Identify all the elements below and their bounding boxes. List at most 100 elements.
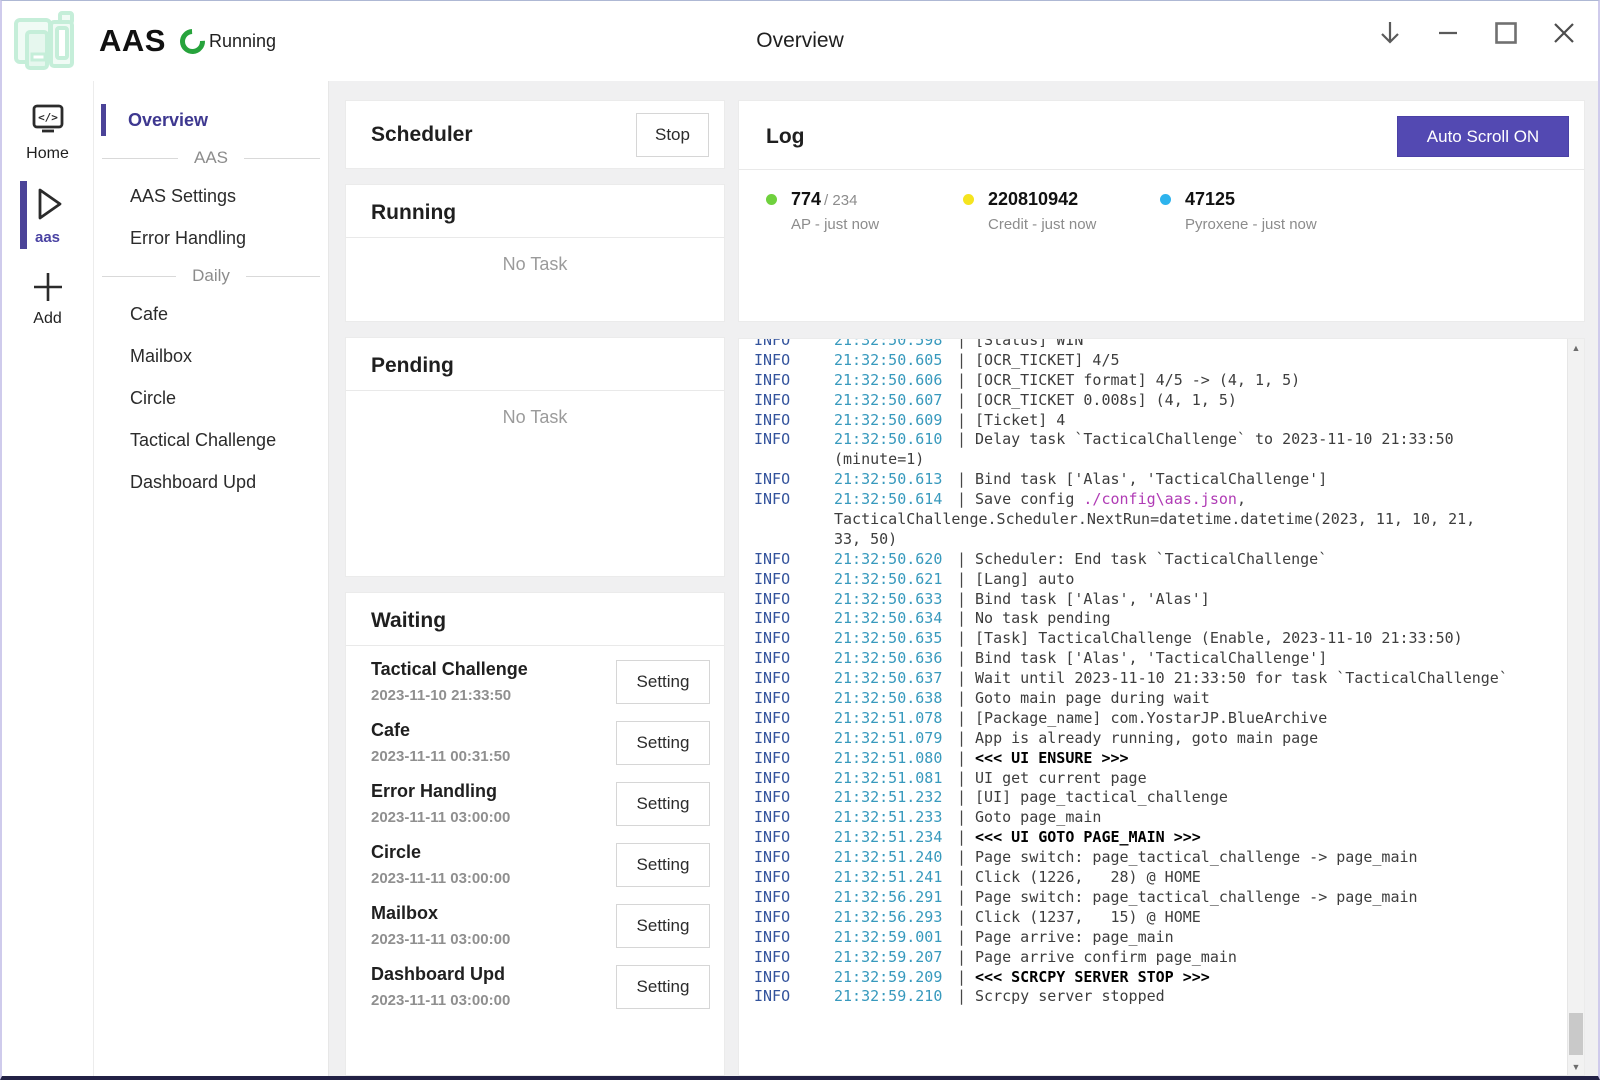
title-bar: AAS Running Overview (2, 1, 1598, 81)
task-name: Circle (371, 842, 510, 863)
nav-item[interactable]: AAS Settings (94, 175, 328, 217)
scrollbar-thumb[interactable] (1569, 1013, 1583, 1055)
nav-group-divider-daily: Daily (94, 259, 328, 293)
log-line: 33, 50) (754, 530, 1567, 550)
rail-item-aas[interactable]: aas (2, 179, 93, 251)
waiting-task-row: Dashboard Upd 2023-11-11 03:00:00 Settin… (371, 956, 710, 1017)
play-icon (29, 184, 67, 224)
nav-item[interactable]: Mailbox (94, 335, 328, 377)
log-line: INFO21:32:59.001|Page arrive: page_main (754, 928, 1567, 948)
minimize-icon[interactable] (1432, 15, 1464, 51)
task-next-run: 2023-11-11 00:31:50 (371, 748, 510, 765)
nav-group-divider-aas: AAS (94, 141, 328, 175)
task-setting-button[interactable]: Setting (616, 965, 710, 1009)
log-line: INFO21:32:50.638|Goto main page during w… (754, 689, 1567, 709)
nav-item-overview[interactable]: Overview (94, 99, 328, 141)
log-line: INFO21:32:51.081|UI get current page (754, 769, 1567, 789)
task-next-run: 2023-11-11 03:00:00 (371, 992, 510, 1009)
close-icon[interactable] (1548, 15, 1580, 51)
task-setting-button[interactable]: Setting (616, 660, 710, 704)
scroll-up-icon[interactable]: ▲ (1568, 339, 1584, 356)
log-line: INFO21:32:51.241|Click (1226, 28) @ HOME (754, 868, 1567, 888)
icon-rail: </> Home aas Add (2, 81, 94, 1076)
app-title: AAS (99, 23, 166, 59)
waiting-task-row: Mailbox 2023-11-11 03:00:00 Setting (371, 895, 710, 956)
task-next-run: 2023-11-10 21:33:50 (371, 687, 528, 704)
task-name: Tactical Challenge (371, 659, 528, 680)
stat-label: Credit - just now (988, 216, 1096, 233)
log-lines: INFO21:32:50.598|[Status] WININFO21:32:5… (754, 338, 1567, 1007)
stat-value: 220810942 (988, 189, 1078, 209)
log-line: INFO21:32:50.605|[OCR_TICKET] 4/5 (754, 351, 1567, 371)
log-line: (minute=1) (754, 450, 1567, 470)
task-setting-button[interactable]: Setting (616, 721, 710, 765)
running-card: Running No Task (345, 184, 725, 322)
rail-label-home: Home (26, 145, 69, 163)
log-scrollbar[interactable]: ▲ ▼ (1567, 339, 1584, 1075)
divider (346, 237, 724, 238)
log-title: Log (766, 125, 804, 149)
log-line: INFO21:32:59.207|Page arrive confirm pag… (754, 948, 1567, 968)
divider (346, 390, 724, 391)
stat-value: 47125 (1185, 189, 1235, 209)
log-line: INFO21:32:50.606|[OCR_TICKET format] 4/5… (754, 371, 1567, 391)
waiting-task-row: Tactical Challenge 2023-11-10 21:33:50 S… (371, 651, 710, 712)
dashboard-stats: 774/ 234 AP - just now 220810942 (739, 170, 1584, 233)
maximize-icon[interactable] (1490, 15, 1522, 51)
log-line: TacticalChallenge.Scheduler.NextRun=date… (754, 510, 1567, 530)
svg-text:</>: </> (38, 111, 58, 124)
log-line: INFO21:32:50.598|[Status] WIN (754, 338, 1567, 351)
scroll-down-icon[interactable]: ▼ (1568, 1058, 1584, 1075)
main-content: Scheduler Stop Running No Task Pending N… (329, 81, 1598, 1076)
waiting-task-list: Tactical Challenge 2023-11-10 21:33:50 S… (346, 646, 724, 1017)
log-line: INFO21:32:51.232|[UI] page_tactical_chal… (754, 788, 1567, 808)
stat-label: AP - just now (791, 216, 879, 233)
log-line: INFO21:32:50.614|Save config ./config\aa… (754, 490, 1567, 510)
log-line: INFO21:32:50.613|Bind task ['Alas', 'Tac… (754, 470, 1567, 490)
log-line: INFO21:32:50.620|Scheduler: End task `Ta… (754, 550, 1567, 570)
rail-item-home[interactable]: </> Home (2, 96, 93, 168)
task-setting-button[interactable]: Setting (616, 904, 710, 948)
log-line: INFO21:32:50.634|No task pending (754, 609, 1567, 629)
pending-empty-text: No Task (346, 407, 724, 428)
log-line: INFO21:32:50.633|Bind task ['Alas', 'Ala… (754, 590, 1567, 610)
pending-title: Pending (371, 354, 699, 378)
stat-suffix: / 234 (824, 192, 857, 209)
stat-value: 774 (791, 189, 821, 209)
nav-item[interactable]: Circle (94, 377, 328, 419)
nav-item[interactable]: Error Handling (94, 217, 328, 259)
stat-block: 47125 Pyroxene - just now (1160, 189, 1357, 233)
task-name: Dashboard Upd (371, 964, 510, 985)
log-line: INFO21:32:51.080|<<< UI ENSURE >>> (754, 749, 1567, 769)
waiting-card: Waiting Tactical Challenge 2023-11-10 21… (345, 592, 725, 1076)
app-logo-icon (13, 10, 79, 72)
scheduler-card: Scheduler Stop (345, 100, 725, 169)
scheduler-status-text: Running (209, 31, 276, 52)
log-line: INFO21:32:51.079|App is already running,… (754, 729, 1567, 749)
stat-dot-icon (963, 194, 974, 205)
waiting-task-row: Error Handling 2023-11-11 03:00:00 Setti… (371, 773, 710, 834)
nav-item[interactable]: Cafe (94, 293, 328, 335)
rail-item-add[interactable]: Add (2, 262, 93, 334)
log-line: INFO21:32:50.609|[Ticket] 4 (754, 411, 1567, 431)
log-output-panel: INFO21:32:50.598|[Status] WININFO21:32:5… (738, 338, 1585, 1076)
nav-item[interactable]: Dashboard Upd (94, 461, 328, 503)
auto-scroll-toggle[interactable]: Auto Scroll ON (1397, 116, 1569, 157)
code-monitor-icon: </> (28, 102, 68, 140)
log-line: INFO21:32:50.637|Wait until 2023-11-10 2… (754, 669, 1567, 689)
running-spinner-icon (175, 23, 210, 58)
task-name: Error Handling (371, 781, 510, 802)
rail-active-bar (20, 181, 27, 249)
waiting-title: Waiting (371, 609, 699, 633)
stop-button[interactable]: Stop (636, 113, 709, 157)
download-icon[interactable] (1374, 15, 1406, 51)
nav-selected-bar (101, 104, 106, 136)
app-window: AAS Running Overview (0, 0, 1600, 1080)
nav-sidebar: Overview AAS AAS SettingsError Handling … (94, 81, 329, 1076)
pending-card: Pending No Task (345, 337, 725, 577)
scheduler-title: Scheduler (371, 123, 473, 147)
task-setting-button[interactable]: Setting (616, 843, 710, 887)
plus-icon (30, 269, 66, 305)
task-setting-button[interactable]: Setting (616, 782, 710, 826)
nav-item[interactable]: Tactical Challenge (94, 419, 328, 461)
